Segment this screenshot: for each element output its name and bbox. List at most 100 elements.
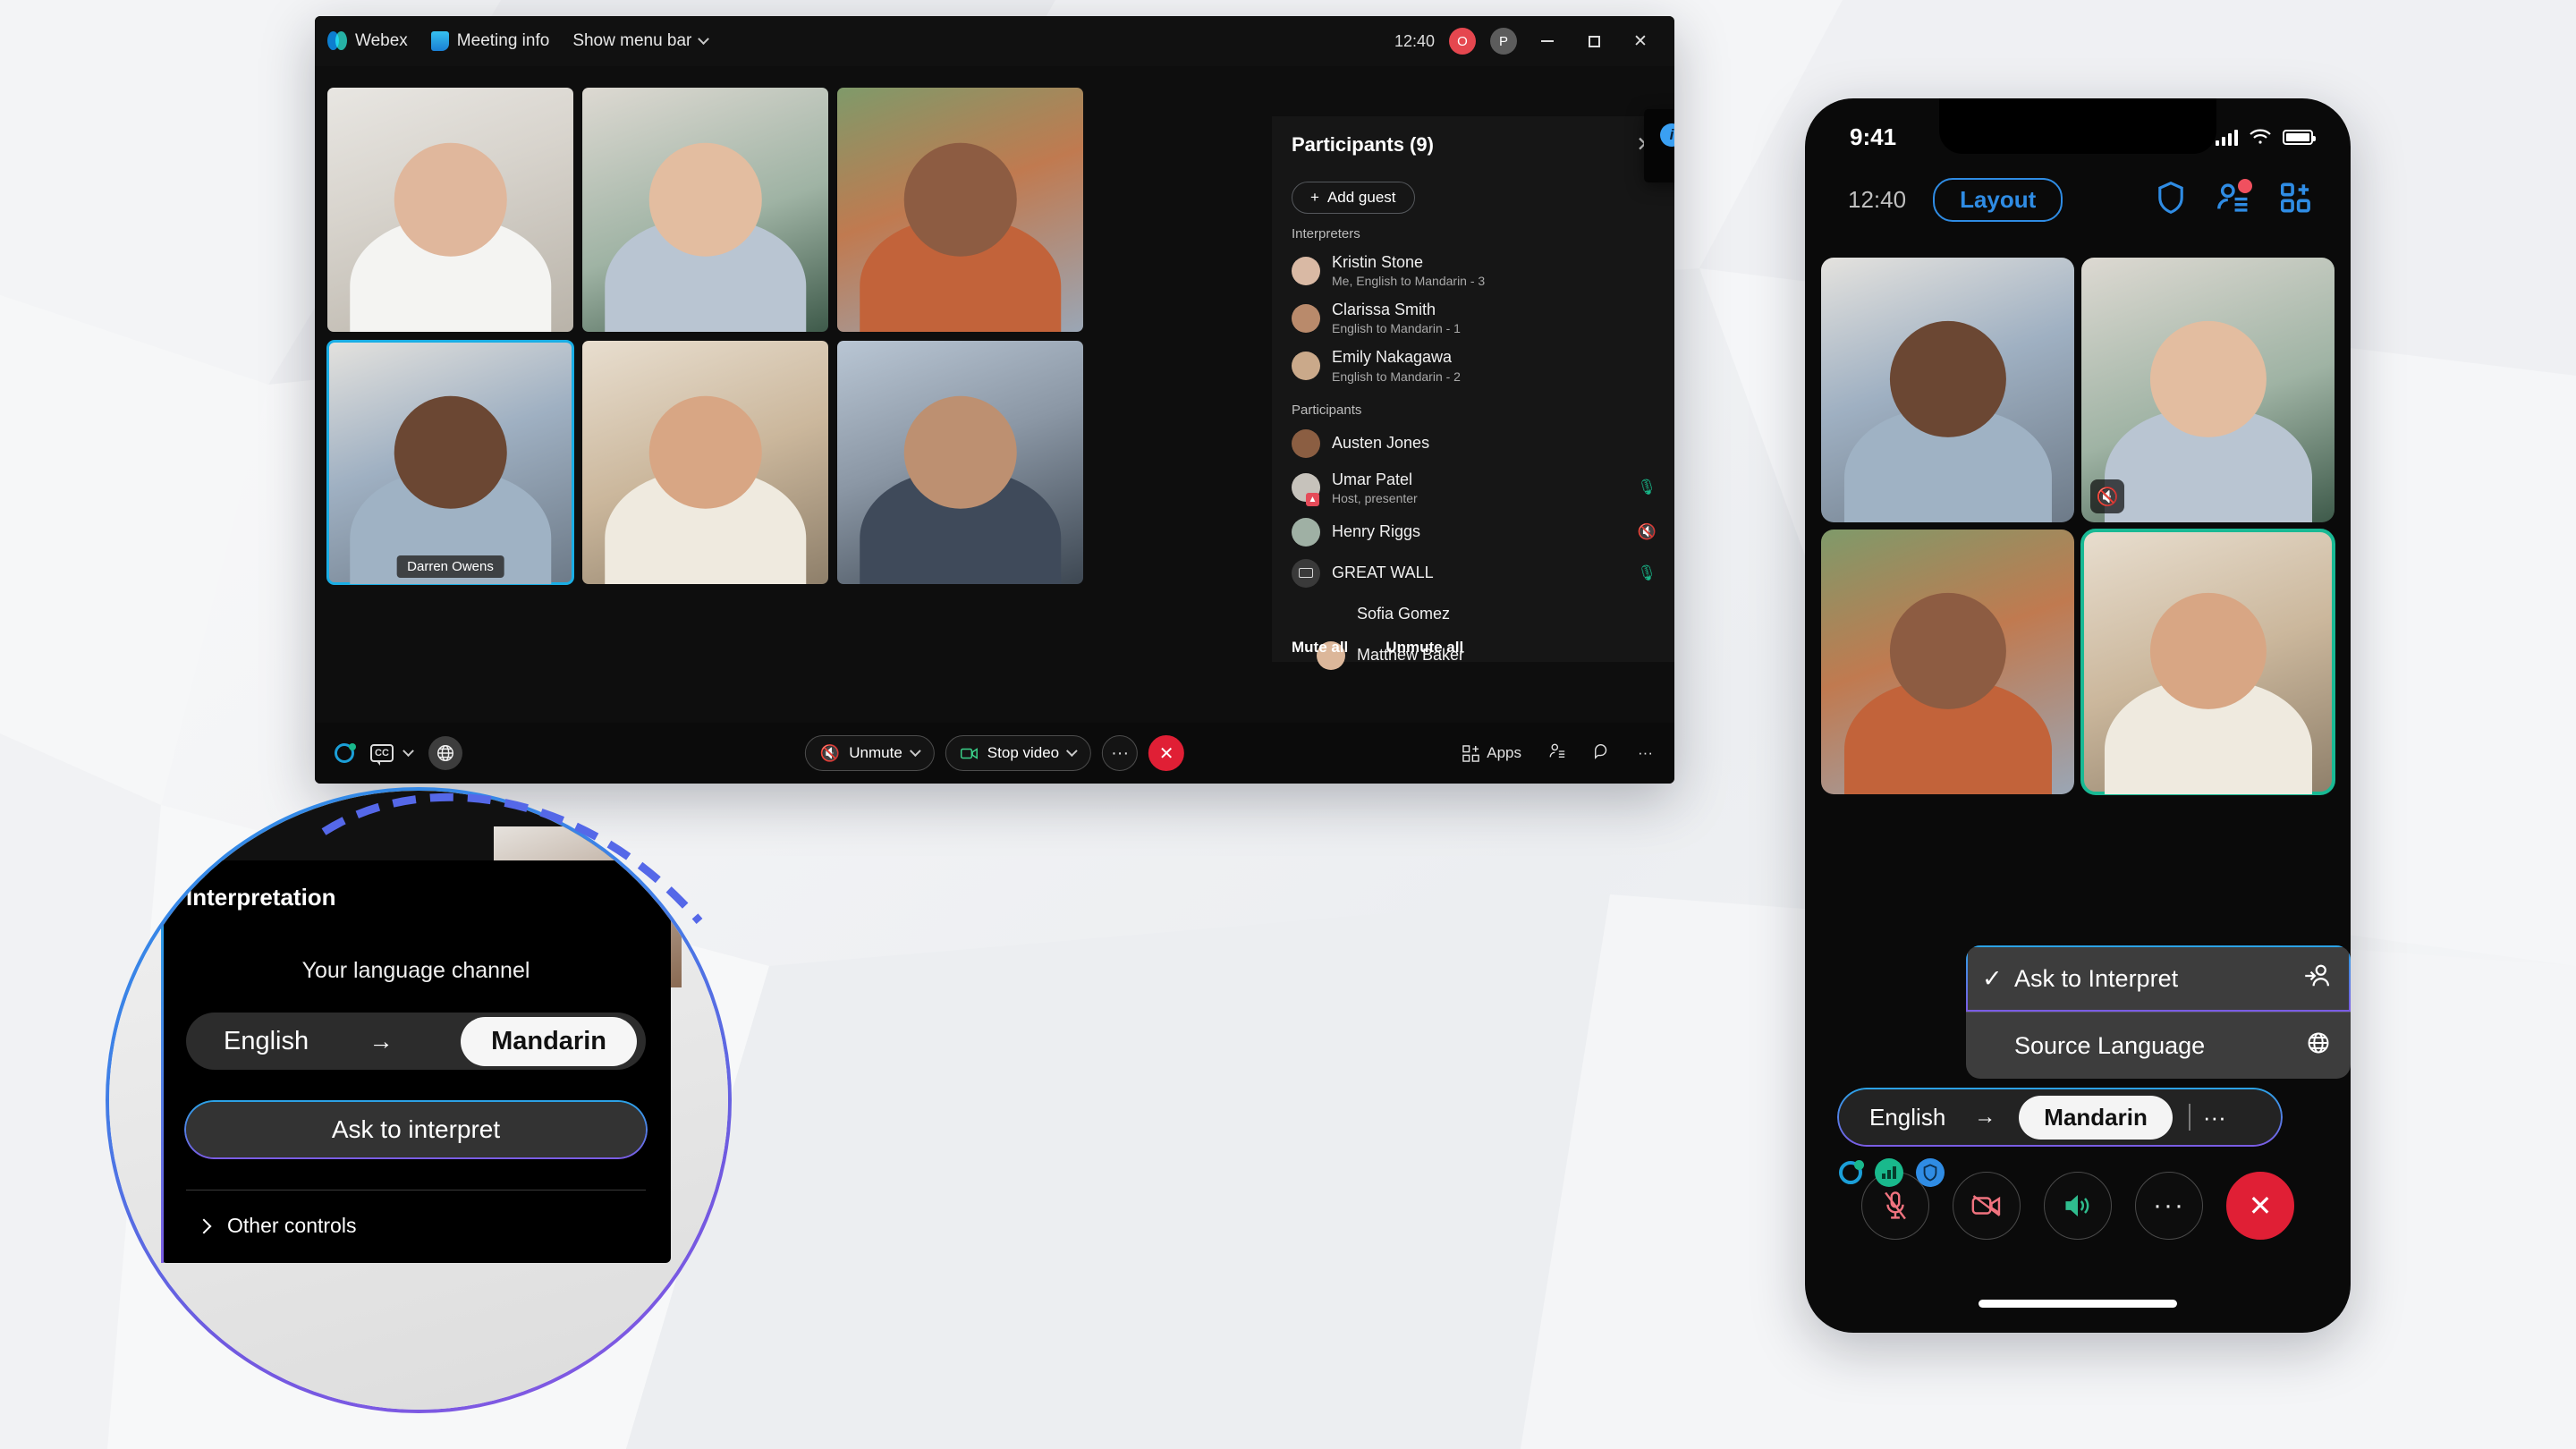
participant-row[interactable]: Henry Riggs 🔇 [1272, 512, 1674, 553]
window-close-button[interactable]: ✕ [1624, 27, 1657, 55]
participants-panel-header: Participants (9) ✕ [1272, 116, 1674, 162]
magnifier-ring: Interpretation Your language channel Eng… [106, 787, 732, 1413]
microphone-on-icon[interactable]: 🎙 [1637, 479, 1657, 496]
unmute-all-button[interactable]: Unmute all [1385, 639, 1463, 657]
speaker-button[interactable] [2044, 1172, 2112, 1240]
show-menu-bar-button[interactable]: Show menu bar [572, 31, 710, 51]
window-maximize-button[interactable] [1578, 27, 1610, 55]
plus-icon: + [1310, 189, 1319, 206]
meeting-controls-dock: CC 🔇 Unmute Stop video ··· ✕ Apps ··· [315, 723, 1674, 784]
menu-item-source-language[interactable]: Source Language [1966, 1013, 2351, 1079]
recording-indicator-icon[interactable]: O [1449, 28, 1476, 55]
video-tile[interactable] [327, 88, 573, 332]
target-language-chip[interactable]: Mandarin [461, 1016, 637, 1066]
interpreter-row[interactable]: Kristin Stone Me, English to Mandarin - … [1272, 247, 1674, 294]
participant-row[interactable]: Austen Jones [1272, 423, 1674, 464]
participant-row[interactable]: GREAT WALL 🎙 [1272, 553, 1674, 594]
more-options-button[interactable]: ··· [1102, 735, 1139, 771]
video-tile[interactable] [837, 88, 1083, 332]
participant-role: Me, English to Mandarin - 3 [1332, 274, 1486, 289]
microphone-muted-icon: 🔇 [2090, 479, 2124, 513]
stop-video-label: Stop video [987, 744, 1060, 761]
apps-button[interactable]: Apps [1462, 744, 1521, 762]
avatar [1292, 352, 1320, 381]
meeting-info-button[interactable]: Meeting info [430, 31, 549, 51]
mute-all-button[interactable]: Mute all [1292, 639, 1348, 657]
participants-panel-title: Participants (9) [1292, 132, 1434, 156]
chevron-down-icon[interactable] [402, 744, 414, 757]
phone-home-indicator [1979, 1300, 2177, 1308]
menu-item-label: Ask to Interpret [2014, 964, 2179, 992]
phone-video-grid: 🔇 [1821, 258, 2335, 795]
wifi-icon [2249, 123, 2272, 151]
interpreter-row[interactable]: Clarissa Smith English to Mandarin - 1 [1272, 294, 1674, 342]
participant-name: Clarissa Smith [1332, 301, 1436, 319]
arrow-right-icon: → [369, 1027, 394, 1055]
participants-button[interactable] [2216, 179, 2252, 217]
language-channel-selector[interactable]: English → Mandarin [186, 1013, 646, 1070]
phone-video-tile[interactable] [1821, 258, 2074, 522]
phone-video-tile[interactable] [1821, 530, 2074, 794]
layout-button[interactable]: Layout [1933, 178, 2063, 222]
more-options-button[interactable]: ··· [2135, 1172, 2203, 1240]
interpreters-section-label: Interpreters [1292, 226, 1360, 242]
network-quality-icon[interactable] [1875, 1158, 1903, 1187]
video-tile[interactable] [837, 340, 1083, 584]
participants-section-label: Participants [1292, 402, 1362, 418]
globe-icon [2306, 1030, 2331, 1062]
chat-panel-button[interactable] [1593, 742, 1611, 765]
interpretation-globe-button[interactable] [428, 736, 462, 770]
participants-panel-button[interactable] [1548, 742, 1566, 765]
participant-name: Kristin Stone [1332, 253, 1424, 271]
closed-captions-icon[interactable]: CC [370, 744, 394, 766]
interpretation-panel: Interpretation Your language channel Eng… [161, 860, 671, 1263]
participants-panel: Participants (9) ✕ + Add guest Interpret… [1272, 116, 1674, 670]
language-more-button[interactable]: ··· [2190, 1104, 2239, 1131]
more-panels-button[interactable]: ··· [1638, 744, 1653, 762]
phone-language-channel-bar[interactable]: English → Mandarin ··· [1839, 1089, 2281, 1145]
stop-video-button[interactable]: Stop video [945, 735, 1092, 771]
end-meeting-button[interactable]: ✕ [1148, 735, 1185, 771]
participant-row[interactable]: Sofia Gomez [1272, 594, 1674, 635]
titlebar-right-cluster: 12:40 O P ✕ [1394, 27, 1662, 55]
microphone-muted-icon[interactable]: 🔇 [1638, 523, 1657, 541]
security-shield-icon[interactable] [2156, 181, 2186, 219]
app-brand: Webex [327, 31, 408, 51]
source-language-label: English [224, 1026, 309, 1055]
video-tile-active-speaker[interactable]: Darren Owens [326, 339, 574, 585]
interpretation-magnifier-callout: Interpretation Your language channel Eng… [106, 787, 732, 1413]
window-titlebar: Webex Meeting info Show menu bar 12:40 O… [315, 16, 1674, 66]
add-apps-icon[interactable] [2280, 182, 2313, 217]
dock-right-cluster: Apps ··· [1462, 742, 1674, 765]
security-shield-icon[interactable] [1916, 1158, 1945, 1187]
avatar [1292, 517, 1320, 547]
chevron-down-icon[interactable] [1066, 744, 1079, 757]
video-tile[interactable] [582, 88, 828, 332]
participant-name: Emily Nakagawa [1332, 348, 1453, 367]
end-meeting-button[interactable]: ✕ [2226, 1172, 2294, 1240]
target-language-chip[interactable]: Mandarin [2019, 1095, 2173, 1140]
ask-to-interpret-button[interactable]: Ask to interpret [186, 1102, 646, 1157]
participant-row[interactable]: ▲ Umar Patel Host, presenter 🎙 [1272, 464, 1674, 512]
unmute-button[interactable]: 🔇 Unmute [804, 735, 935, 771]
stop-video-button[interactable] [1953, 1172, 2021, 1240]
phone-video-tile-active-speaker[interactable] [2080, 529, 2335, 795]
microphone-on-icon[interactable]: 🎙 [1637, 564, 1657, 582]
your-language-channel-label: Your language channel [301, 958, 530, 983]
source-language-label: English [1869, 1103, 1946, 1131]
battery-icon [2283, 130, 2316, 145]
participant-role: Host, presenter [1332, 490, 1418, 505]
connection-status-icon [335, 743, 356, 763]
phone-video-tile[interactable]: 🔇 [2081, 258, 2334, 522]
meeting-timer-label: 12:40 [1848, 186, 1907, 213]
menu-item-ask-to-interpret[interactable]: ✓ Ask to Interpret [1966, 945, 2351, 1012]
video-tile[interactable] [582, 340, 828, 584]
interpretation-title: Interpretation [186, 884, 336, 911]
other-controls-accordion[interactable]: Other controls [186, 1191, 646, 1263]
chevron-down-icon[interactable] [909, 744, 921, 757]
encryption-key-icon[interactable]: P [1490, 28, 1517, 55]
add-guest-button[interactable]: + Add guest [1292, 182, 1415, 214]
chevron-down-icon [698, 32, 710, 45]
window-minimize-button[interactable] [1531, 27, 1563, 55]
interpreter-row[interactable]: Emily Nakagawa English to Mandarin - 2 [1272, 342, 1674, 389]
